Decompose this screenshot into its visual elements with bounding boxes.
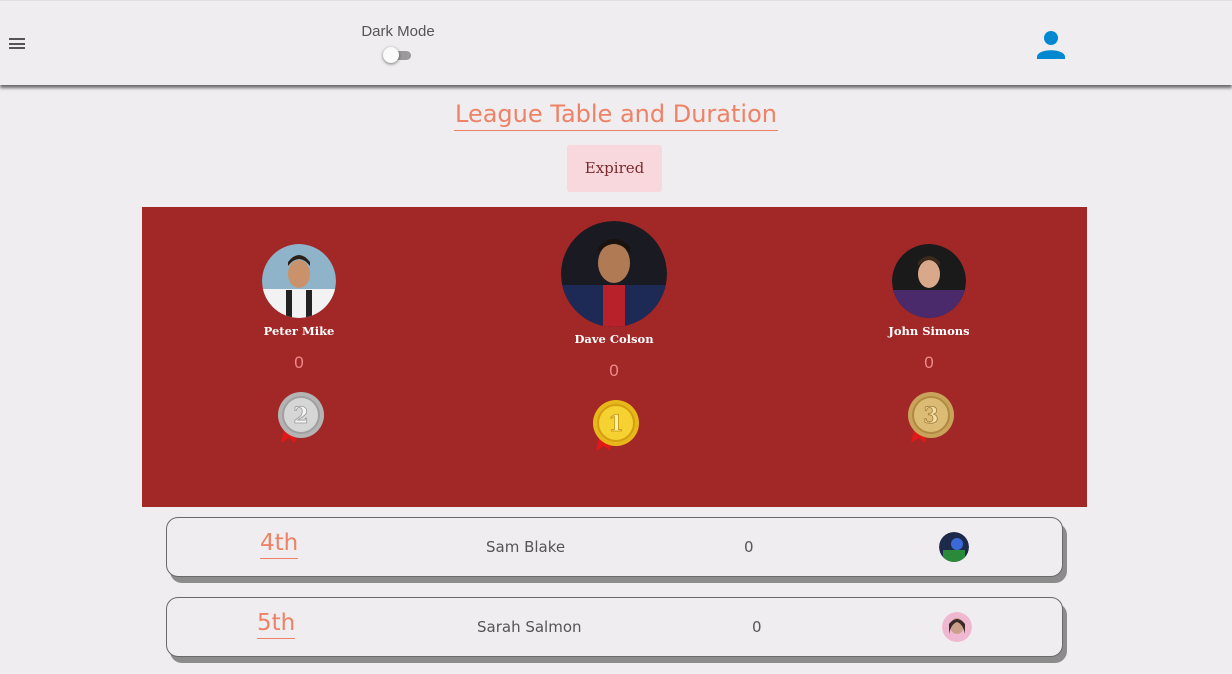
podium-slot-third: John Simons 0 3 <box>869 244 989 449</box>
status-badge: Expired <box>567 145 662 192</box>
podium-score: 0 <box>609 361 619 380</box>
account-icon[interactable] <box>1034 28 1068 62</box>
svg-text:2: 2 <box>293 403 308 429</box>
menu-icon[interactable] <box>9 38 25 49</box>
podium-slot-second: Peter Mike 0 2 <box>239 244 359 449</box>
top-app-bar: Dark Mode <box>0 0 1232 85</box>
dark-mode-label: Dark Mode <box>361 23 435 40</box>
dark-mode-control: Dark Mode <box>355 23 441 63</box>
avatar[interactable] <box>942 612 972 642</box>
rank-score: 0 <box>752 618 762 636</box>
podium-name: Dave Colson <box>574 332 654 346</box>
podium-slot-first: Dave Colson 0 1 <box>554 221 674 457</box>
avatar[interactable] <box>892 244 966 318</box>
podium-score: 0 <box>294 353 304 372</box>
rank-score: 0 <box>744 538 754 556</box>
bronze-medal-icon: 3 <box>908 392 954 443</box>
avatar[interactable] <box>939 532 969 562</box>
podium-name: John Simons <box>888 324 970 338</box>
avatar[interactable] <box>561 221 667 327</box>
page-title-wrap: League Table and Duration <box>0 100 1232 131</box>
svg-text:3: 3 <box>923 403 938 429</box>
dark-mode-toggle[interactable] <box>383 47 413 63</box>
podium: Peter Mike 0 2 Dave Colson 0 1 John Simo… <box>142 207 1087 507</box>
rank-name: Sarah Salmon <box>477 618 582 636</box>
rank-name: Sam Blake <box>486 538 566 556</box>
svg-text:1: 1 <box>608 411 623 437</box>
rank-position: 5th <box>257 610 296 639</box>
podium-name: Peter Mike <box>263 324 335 338</box>
silver-medal-icon: 2 <box>278 392 324 443</box>
avatar[interactable] <box>262 244 336 318</box>
rank-position: 4th <box>260 530 299 559</box>
podium-score: 0 <box>924 353 934 372</box>
list-item[interactable]: 5th Sarah Salmon 0 <box>166 597 1063 657</box>
list-item[interactable]: 4th Sam Blake 0 <box>166 517 1063 577</box>
toggle-thumb[interactable] <box>383 47 399 63</box>
gold-medal-icon: 1 <box>593 400 639 451</box>
page-title: League Table and Duration <box>454 100 778 131</box>
